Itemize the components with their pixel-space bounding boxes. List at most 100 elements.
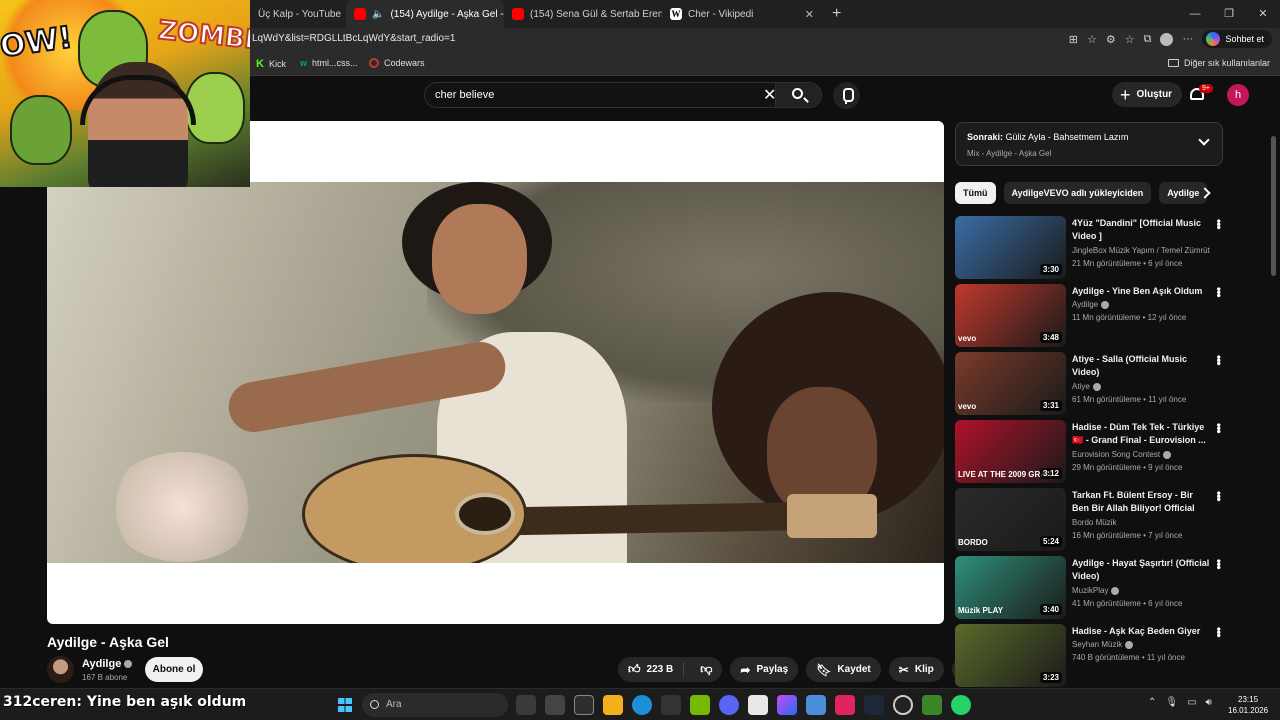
video-thumbnail[interactable]: LIVE AT THE 2009 GRAN 3:12 (955, 420, 1066, 483)
video-title[interactable]: Hadise - Aşk Kaç Beden Giyer (1072, 625, 1212, 638)
clip-button[interactable]: ✂ Klip (888, 657, 944, 682)
voice-search-icon[interactable] (833, 82, 860, 109)
chevron-right-icon[interactable] (1199, 186, 1213, 200)
tab-sena-gul[interactable]: (154) Sena Gül & Sertab Erener - Y (504, 0, 662, 28)
profile-avatar[interactable] (1160, 32, 1174, 46)
more-vert-icon[interactable]: ••• (1212, 559, 1226, 569)
task-view-icon[interactable] (516, 695, 536, 715)
chip-aydilgevevo[interactable]: AydilgeVEVO adlı yükleyiciden (1003, 182, 1152, 204)
recommendation-item[interactable]: BORDO 5:24 Tarkan Ft. Bülent Ersoy - Bir B… (955, 488, 1227, 556)
bookmark-html-css[interactable]: w html...css... (300, 58, 358, 68)
steam-icon[interactable] (864, 695, 884, 715)
maximize-icon[interactable]: ❐ (1212, 0, 1246, 28)
app-icon[interactable] (835, 695, 855, 715)
channel-name[interactable]: Aydilge (82, 658, 133, 670)
video-thumbnail[interactable]: vevo 3:48 (955, 284, 1066, 347)
more-vert-icon[interactable]: ••• (1212, 627, 1226, 637)
channel-name[interactable]: Atiye (1072, 382, 1217, 391)
video-thumbnail[interactable]: vevo 3:31 (955, 352, 1066, 415)
user-avatar[interactable]: h (1227, 84, 1249, 106)
discord-icon[interactable] (719, 695, 739, 715)
like-button[interactable]: 👍︎ 223 B (618, 662, 685, 677)
vscode-icon[interactable] (806, 695, 826, 715)
more-vert-icon[interactable]: ••• (1212, 423, 1226, 433)
url-field[interactable]: LqWdY&list=RDGLLtBcLqWdY&start_radio=1 (252, 33, 455, 44)
recommendation-item[interactable]: Müzik PLAY 3:40 Aydilge - Hayat Şaşırtır! … (955, 556, 1227, 624)
tab-aydilge[interactable]: 🔈 (154) Aydilge - Aşka Gel - You ✕ (346, 0, 504, 28)
channel-name[interactable]: JingleBox Müzik Yapım / Temel Zümrüt (1072, 246, 1217, 255)
tab-uc-kalp[interactable]: Üç Kalp - YouTube (250, 0, 346, 28)
copilot-app-icon[interactable] (545, 695, 565, 715)
up-next-panel[interactable]: Sonraki: Güliz Ayla - Bahsetmem Lazım Mi… (955, 122, 1223, 166)
microphone-icon[interactable]: 🎙︎ (1165, 697, 1178, 708)
more-vert-icon[interactable]: ••• (1212, 491, 1226, 501)
windows-start-icon[interactable] (338, 698, 352, 712)
favorite-star-icon[interactable]: ☆ (1087, 33, 1097, 46)
scrollbar-thumb[interactable] (1271, 136, 1276, 276)
channel-avatar[interactable] (47, 656, 74, 683)
create-button[interactable]: + Oluştur (1112, 82, 1183, 107)
video-title[interactable]: Hadise - Düm Tek Tek - Türkiye 🇹🇷 - Gran… (1072, 421, 1212, 447)
window-close-icon[interactable]: ✕ (1246, 0, 1280, 28)
video-player[interactable] (47, 121, 944, 624)
video-thumbnail[interactable]: 3:30 (955, 216, 1066, 279)
save-button[interactable]: 🔖︎ Kaydet (806, 657, 881, 682)
video-title[interactable]: 4Yüz "Dandini" [Official Music Video ] (1072, 217, 1212, 243)
more-vert-icon[interactable]: ••• (1212, 287, 1226, 297)
share-button[interactable]: ➦ Paylaş (730, 657, 799, 682)
recommendation-item[interactable]: 3:23 Hadise - Aşk Kaç Beden Giyer Seyhan M… (955, 624, 1227, 692)
page-scrollbar[interactable] (1270, 76, 1278, 688)
channel-name[interactable]: Bordo Müzik (1072, 518, 1217, 527)
minecraft-icon[interactable] (922, 695, 942, 715)
chatgpt-icon[interactable] (574, 695, 594, 715)
other-bookmarks[interactable]: Diğer sık kullanılanlar (1167, 58, 1270, 68)
nvidia-icon[interactable] (690, 695, 710, 715)
search-button[interactable] (775, 83, 821, 107)
minimize-icon[interactable]: — (1178, 0, 1212, 28)
subscribe-button[interactable]: Abone ol (145, 657, 203, 682)
channel-name[interactable]: Aydilge (1072, 300, 1217, 309)
recommendation-item[interactable]: 3:30 4Yüz "Dandini" [Official Music Video… (955, 216, 1227, 284)
collections-icon[interactable]: ⧉ (1144, 33, 1152, 46)
video-title[interactable]: Tarkan Ft. Bülent Ersoy - Bir Ben Bir Al… (1072, 489, 1212, 516)
video-title[interactable]: Atiye - Salla (Official Music Video) (1072, 353, 1212, 379)
recommendation-item[interactable]: vevo 3:48 Aydilge - Yine Ben Aşık Oldum Ayd… (955, 284, 1227, 352)
copilot-icon[interactable] (777, 695, 797, 715)
speaker-icon[interactable]: 🔈 (372, 9, 384, 20)
extensions-icon[interactable]: ⚙ (1106, 33, 1116, 46)
more-vert-icon[interactable]: ••• (1212, 219, 1226, 229)
taskbar-search[interactable]: Ara (362, 693, 508, 717)
bookmark-codewars[interactable]: Codewars (369, 58, 425, 68)
video-thumbnail[interactable]: BORDO 5:24 (955, 488, 1066, 551)
settings-more-icon[interactable]: ··· (1182, 33, 1193, 45)
edge-icon[interactable] (632, 695, 652, 715)
video-frame[interactable] (47, 182, 944, 563)
video-thumbnail[interactable]: Müzik PLAY 3:40 (955, 556, 1066, 619)
obs-icon[interactable] (893, 695, 913, 715)
chevron-up-icon[interactable]: ⌃ (1148, 697, 1156, 708)
chip-all[interactable]: Tümü (955, 182, 996, 204)
video-title[interactable]: Aydilge - Hayat Şaşırtır! (Official Vide… (1072, 557, 1212, 583)
more-vert-icon[interactable]: ••• (1212, 355, 1226, 365)
file-explorer-icon[interactable] (603, 695, 623, 715)
copilot-chat-button[interactable]: Sohbet et (1202, 30, 1272, 48)
chevron-down-icon[interactable] (1198, 134, 1210, 146)
bookmark-kick[interactable]: K Kick (256, 58, 286, 70)
video-thumbnail[interactable]: 3:23 (955, 624, 1066, 687)
recommendation-item[interactable]: vevo 3:31 Atiye - Salla (Official Music Vi… (955, 352, 1227, 420)
channel-name[interactable]: MuzikPlay (1072, 586, 1217, 595)
video-title[interactable]: Aydilge - Yine Ben Aşık Oldum (1072, 285, 1212, 298)
whatsapp-icon[interactable] (951, 695, 971, 715)
dislike-button[interactable]: 👎︎ (690, 662, 722, 677)
channel-name[interactable]: Seyhan Müzik (1072, 640, 1217, 649)
recommendation-item[interactable]: LIVE AT THE 2009 GRAN 3:12 Hadise - Düm Te… (955, 420, 1227, 488)
channel-name[interactable]: Eurovision Song Contest (1072, 450, 1217, 459)
network-icon[interactable]: ▭ (1187, 697, 1196, 708)
volume-icon[interactable]: 🔊︎ (1206, 697, 1212, 708)
favorites-icon[interactable]: ☆ (1125, 33, 1135, 46)
clock[interactable]: 23:15 16.01.2026 (1228, 694, 1268, 716)
tab-cher-vikipedi[interactable]: W Cher - Vikipedi ✕ (662, 0, 822, 28)
new-tab-button[interactable]: + (822, 5, 851, 23)
close-icon[interactable]: ✕ (805, 8, 814, 21)
search-input[interactable]: cher believe ✕ (424, 82, 822, 108)
